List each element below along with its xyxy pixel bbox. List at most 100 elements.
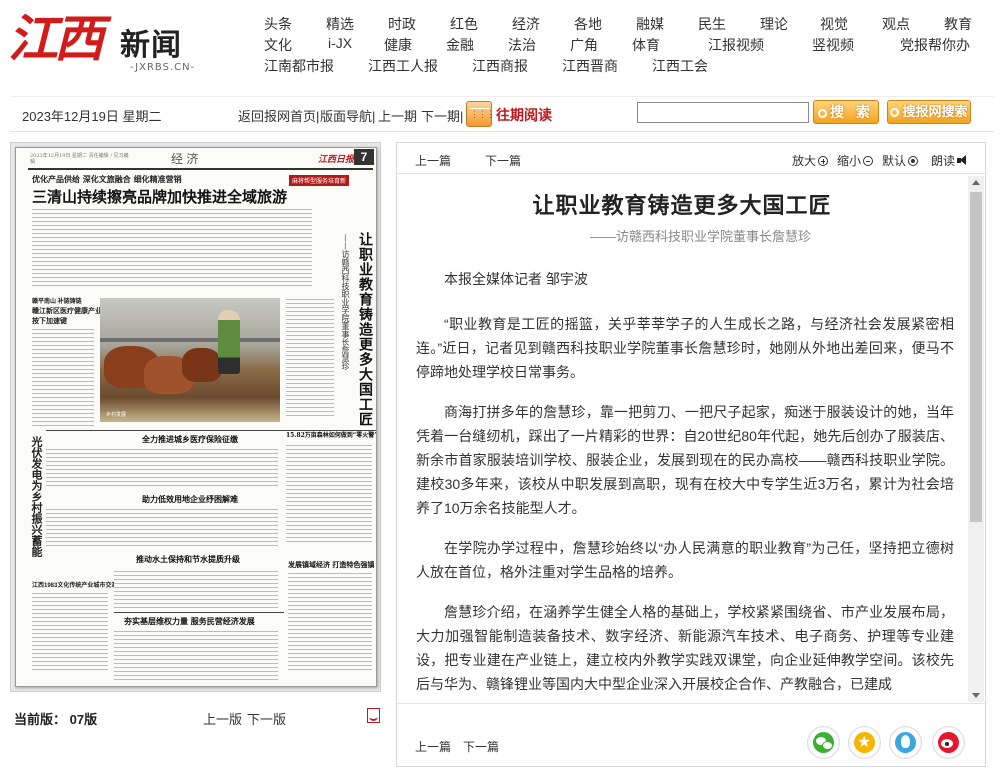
next-page-link[interactable]: 下一版 — [247, 709, 286, 728]
wechat-icon — [813, 732, 834, 753]
scroll-up-icon[interactable] — [972, 180, 980, 185]
zoom-out-button[interactable]: 缩小 — [837, 152, 874, 169]
nav-item[interactable]: 精选 — [326, 14, 354, 34]
nav-item[interactable]: 体育 — [632, 35, 660, 55]
prev-article-link[interactable]: 上一篇 — [415, 738, 451, 755]
paper-vertical-head[interactable]: 光伏发电为乡村振兴蓄能 — [30, 436, 43, 557]
nav-item[interactable]: 金融 — [446, 35, 474, 55]
nav-item[interactable]: 教育 — [944, 14, 972, 34]
scroll-thumb[interactable] — [970, 192, 982, 522]
nav-item[interactable]: 融媒 — [636, 14, 664, 34]
toolbar: 2023年12月19日 星期二 返回报网首页| 版面导航| 上一期 下一期| 往… — [10, 96, 994, 132]
paper-text-block — [32, 208, 312, 288]
prev-issue-link[interactable]: 上一期 — [378, 106, 417, 125]
nav-item[interactable]: 民生 — [698, 14, 726, 34]
weibo-share-button[interactable] — [932, 726, 965, 759]
nav-item[interactable]: 健康 — [384, 35, 412, 55]
nav-item[interactable]: 红色 — [450, 14, 478, 34]
read-aloud-button[interactable]: 朗读 — [931, 152, 969, 169]
article-scrollbar[interactable] — [968, 176, 984, 702]
current-date: 2023年12月19日 星期二 — [22, 109, 162, 124]
nav-item[interactable]: 头条 — [264, 14, 292, 34]
nav-item[interactable]: 理论 — [760, 14, 788, 34]
nav-item[interactable]: 广角 — [570, 35, 598, 55]
nav-item[interactable]: 江西工人报 — [368, 56, 438, 76]
nav-item[interactable]: 观点 — [882, 14, 910, 34]
site-search-button[interactable]: 搜报网搜索 — [887, 100, 971, 124]
current-page-label: 当前版： 07版 — [14, 712, 98, 727]
zoom-out-icon — [863, 156, 874, 166]
zoom-in-icon — [818, 156, 829, 166]
paper-subhead[interactable]: 推动水土保持和节水提质升级 — [136, 554, 240, 565]
nav-item[interactable]: 江西晋商 — [562, 56, 618, 76]
zoom-in-label: 放大 — [792, 154, 817, 168]
page-nav-link[interactable]: 版面导航| — [320, 106, 375, 125]
article-author: 本报全媒体记者 邹宇波 — [444, 271, 588, 287]
nav-item[interactable]: 各地 — [574, 14, 602, 34]
paper-subhead[interactable]: 全力推进城乡医疗保险征缴 — [142, 434, 238, 445]
paper-section: 经 济 — [171, 152, 199, 166]
nav-item[interactable]: 视觉 — [820, 14, 848, 34]
pdf-icon[interactable] — [367, 708, 380, 723]
paper-headline[interactable]: 三清山持续擦亮品牌加快推进全域旅游 — [32, 186, 287, 207]
paper-subhead[interactable]: 发展镇域经济 打造特色强镇 — [288, 560, 374, 570]
speaker-icon — [957, 155, 969, 166]
search-button-label: 搜 索 — [830, 104, 874, 120]
search-icon — [890, 108, 900, 117]
article-paragraph: 詹慧珍介绍，在涵养学生健全人格的基础上，学校紧紧围绕省、市产业发展布局，大力加强… — [416, 604, 954, 692]
nav-item[interactable]: 时政 — [388, 14, 416, 34]
paper-subhead[interactable]: 夯实基层维权力量 服务民营经济发展 — [124, 616, 255, 627]
article-panel: 上一篇 下一篇 放大 缩小 默认 朗读 让职业教育铸造更多大国工匠 ——访赣西科… — [396, 142, 986, 767]
next-article-link[interactable]: 下一篇 — [463, 738, 499, 755]
home-link[interactable]: 返回报网首页| — [238, 106, 319, 125]
qq-share-button[interactable] — [889, 726, 922, 759]
nav-item[interactable]: 法治 — [508, 35, 536, 55]
article-footer: 上一篇 下一篇 — [397, 703, 985, 766]
search-input[interactable] — [637, 102, 809, 123]
read-aloud-label: 朗读 — [931, 154, 956, 168]
newspaper-page[interactable]: 2023年12月19日 星期二 责任编辑 / 见习编辑 经 济 江西日报 7 优… — [15, 147, 377, 687]
photo-cattle — [182, 348, 222, 382]
nav-item[interactable]: 竖视频 — [812, 35, 854, 55]
nav-item[interactable]: 江南都市报 — [264, 56, 334, 76]
paper-subhead[interactable]: 助力低效用地企业纾困解难 — [142, 494, 238, 505]
search-button[interactable]: 搜 索 — [813, 100, 879, 124]
site-search-label: 搜报网搜索 — [902, 104, 968, 119]
calendar-icon[interactable] — [466, 101, 494, 127]
zoom-in-button[interactable]: 放大 — [792, 152, 829, 169]
archive-link[interactable]: 往期阅读 — [496, 105, 552, 125]
nav-row-2: 文化 i-JX 健康 金融 法治 广角 体育 江报视频 竖视频 党报帮你办 — [258, 35, 988, 56]
nav-item[interactable]: 党报帮你办 — [900, 35, 970, 55]
logo-news: 新闻 — [120, 28, 182, 63]
nav-item[interactable]: 江报视频 — [708, 35, 764, 55]
paper-subhead[interactable]: 15.82万亩森林如何做到“零火警” — [286, 430, 376, 439]
nav-item[interactable]: 江西商报 — [472, 56, 528, 76]
paper-text-block — [46, 508, 278, 548]
paper-article-subtitle: ——访赣西科技职业学院董事长詹慧珍 — [341, 234, 350, 370]
prev-page-link[interactable]: 上一版 — [203, 709, 242, 728]
next-article-link[interactable]: 下一篇 — [485, 152, 521, 169]
paper-text-block — [46, 448, 278, 488]
wechat-share-button[interactable] — [807, 726, 840, 759]
default-size-button[interactable]: 默认 — [882, 152, 919, 169]
prev-article-link[interactable]: 上一篇 — [415, 152, 451, 169]
qq-icon — [895, 732, 916, 753]
paper-article-title[interactable]: 让职业教育铸造更多大国工匠 — [357, 232, 373, 427]
paper-divider — [114, 612, 284, 613]
scroll-down-icon[interactable] — [972, 693, 980, 698]
paper-kicker: 优化产品供给 深化文旅融合 细化精准营销 — [32, 174, 182, 184]
next-issue-link[interactable]: 下一期| — [421, 106, 463, 125]
default-size-label: 默认 — [882, 154, 907, 168]
nav-item[interactable]: i-JX — [328, 35, 352, 51]
nav-item[interactable]: 江西工会 — [652, 56, 708, 76]
paper-photo[interactable]: 乡村发展 — [100, 298, 280, 422]
article-subtitle: ——访赣西科技职业学院董事长詹慧珍 — [590, 229, 812, 244]
site-logo[interactable]: 江西 新闻 -JXRBS.CN- — [8, 4, 208, 80]
article-paragraph: 商海打拼多年的詹慧珍，靠一把剪刀、一把尺子起家，痴迷于服装设计的她，当年凭着一台… — [416, 404, 954, 516]
article-title: 让职业教育铸造更多大国工匠 — [532, 194, 832, 219]
paper-badge: 麻将帮型服务培育新 — [289, 175, 350, 186]
nav-item[interactable]: 文化 — [264, 35, 292, 55]
qzone-share-button[interactable] — [848, 726, 881, 759]
paper-small-head: 赣江新区医疗健康产业 — [32, 308, 102, 315]
nav-item[interactable]: 经济 — [512, 14, 540, 34]
